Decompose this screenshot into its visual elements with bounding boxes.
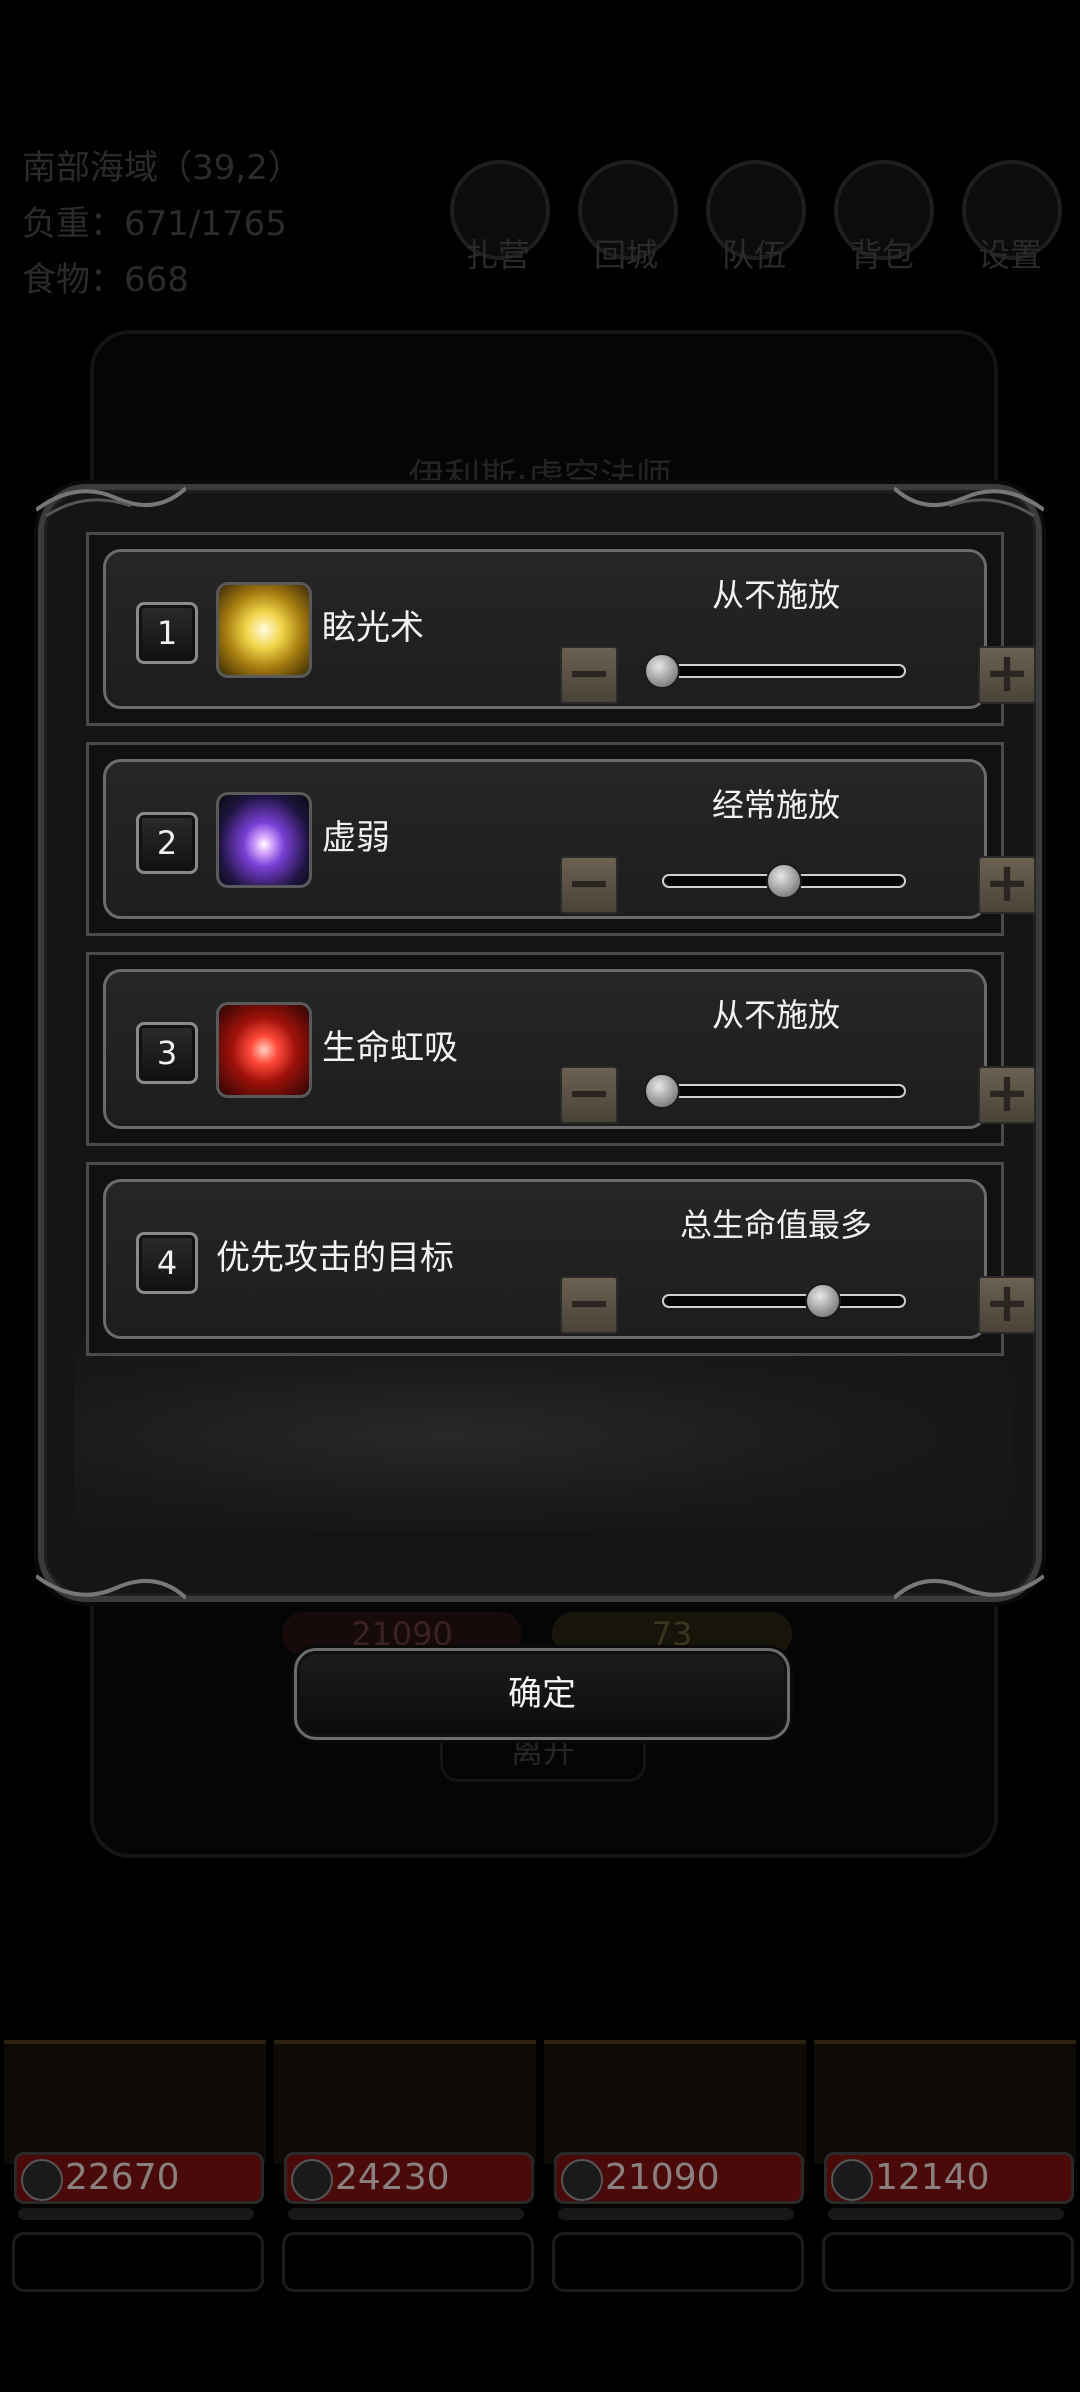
row-index-badge: 3 <box>136 1022 198 1084</box>
team-button: 队伍 <box>706 160 806 276</box>
party-secondary-bar <box>558 2208 794 2220</box>
party-member-card: 24230 <box>274 2040 536 2300</box>
party-hp-bar: 22670 <box>14 2152 264 2204</box>
spell-row-3: 3 生命虹吸 从不施放 − + <box>86 952 1036 1146</box>
backpack-button: 背包 <box>834 160 934 276</box>
cast-mode-label: 从不施放 <box>711 996 840 1034</box>
cast-mode-label: 经常施放 <box>711 786 840 824</box>
party-secondary-bar <box>18 2208 254 2220</box>
party-name-box <box>822 2232 1074 2292</box>
target-priority-label: 优先攻击的目标 <box>216 1238 454 1278</box>
hp-icon <box>291 2159 333 2201</box>
slider-track <box>662 1294 906 1308</box>
party-member-card: 22670 <box>4 2040 266 2300</box>
settings-label: 设置 <box>977 236 1042 274</box>
row-index-badge: 4 <box>136 1232 198 1294</box>
cast-frequency-slider[interactable] <box>662 863 906 899</box>
glare-spell-icon <box>216 582 312 678</box>
party-secondary-bar <box>288 2208 524 2220</box>
party-portrait <box>4 2040 266 2164</box>
confirm-button[interactable]: 确定 <box>294 1648 790 1740</box>
spell-settings-dialog: 1 眩光术 从不施放 − + 2 虚弱 经常施放 − + 3 生命虹吸 从不施放… <box>34 484 1046 1602</box>
spell-row-frame: 2 虚弱 经常施放 − + <box>103 759 1036 919</box>
spell-name: 生命虹吸 <box>322 1028 458 1068</box>
party-member-card: 21090 <box>544 2040 806 2300</box>
location-text: 南部海域（39,2） <box>22 148 302 188</box>
party-hp-value: 21090 <box>605 2157 720 2198</box>
row-index-badge: 2 <box>136 812 198 874</box>
decrease-button[interactable]: − <box>560 856 618 914</box>
weakness-spell-icon <box>216 792 312 888</box>
party-hp-value: 22670 <box>65 2157 180 2198</box>
team-label: 队伍 <box>721 236 786 274</box>
decrease-button[interactable]: − <box>560 1066 618 1124</box>
corner-ornament-icon <box>892 1566 1046 1606</box>
hp-icon <box>831 2159 873 2201</box>
party-bar: 22670 24230 21090 12140 <box>0 2040 1080 2300</box>
corner-ornament-icon <box>892 480 1046 520</box>
slider-knob[interactable] <box>805 1283 842 1319</box>
decrease-button[interactable]: − <box>560 646 618 704</box>
slider-track <box>662 1084 906 1098</box>
spell-name: 眩光术 <box>322 608 424 648</box>
party-name-box <box>552 2232 804 2292</box>
return-city-label: 回城 <box>593 236 658 274</box>
increase-button[interactable]: + <box>978 1276 1036 1334</box>
party-member-card: 12140 <box>814 2040 1076 2300</box>
target-priority-row: 4 优先攻击的目标 总生命值最多 − + <box>86 1162 1036 1356</box>
decrease-button[interactable]: − <box>560 1276 618 1334</box>
target-mode-label: 总生命值最多 <box>679 1206 872 1244</box>
cast-frequency-slider[interactable] <box>644 653 906 689</box>
spell-row-frame: 3 生命虹吸 从不施放 − + <box>103 969 1036 1129</box>
hp-icon <box>21 2159 63 2201</box>
slider-track <box>662 664 906 678</box>
party-name-box <box>12 2232 264 2292</box>
party-portrait <box>274 2040 536 2164</box>
life-siphon-spell-icon <box>216 1002 312 1098</box>
slider-knob[interactable] <box>644 1073 680 1109</box>
location-info: 南部海域（39,2） 负重：671/1765 食物：668 <box>22 140 302 308</box>
backpack-label: 背包 <box>849 236 914 274</box>
party-hp-bar: 21090 <box>554 2152 804 2204</box>
row-index-badge: 1 <box>136 602 198 664</box>
camp-label: 扎营 <box>465 236 530 274</box>
top-menu: 扎营 回城 队伍 背包 设置 <box>450 160 1070 280</box>
increase-button[interactable]: + <box>978 646 1036 704</box>
settings-button: 设置 <box>962 160 1062 276</box>
load-text: 负重：671/1765 <box>22 204 287 244</box>
party-secondary-bar <box>828 2208 1064 2220</box>
cast-mode-label: 从不施放 <box>711 576 840 614</box>
return-city-button: 回城 <box>578 160 678 276</box>
party-name-box <box>282 2232 534 2292</box>
spell-row-frame: 4 优先攻击的目标 总生命值最多 − + <box>103 1179 1036 1339</box>
slider-knob[interactable] <box>766 863 802 899</box>
party-portrait <box>814 2040 1076 2164</box>
dialog-stone-texture <box>74 1340 1014 1530</box>
food-text: 食物：668 <box>22 260 189 300</box>
spell-row-2: 2 虚弱 经常施放 − + <box>86 742 1036 936</box>
party-hp-value: 12140 <box>875 2157 990 2198</box>
target-priority-slider[interactable] <box>662 1283 906 1319</box>
party-hp-value: 24230 <box>335 2157 450 2198</box>
spell-row-1: 1 眩光术 从不施放 − + <box>86 532 1036 726</box>
spell-name: 虚弱 <box>322 818 390 858</box>
party-hp-bar: 24230 <box>284 2152 534 2204</box>
spell-row-frame: 1 眩光术 从不施放 − + <box>103 549 1036 709</box>
party-portrait <box>544 2040 806 2164</box>
increase-button[interactable]: + <box>978 856 1036 914</box>
slider-knob[interactable] <box>644 653 680 689</box>
party-hp-bar: 12140 <box>824 2152 1074 2204</box>
increase-button[interactable]: + <box>978 1066 1036 1124</box>
cast-frequency-slider[interactable] <box>644 1073 906 1109</box>
hp-icon <box>561 2159 603 2201</box>
corner-ornament-icon <box>34 1566 188 1606</box>
camp-button: 扎营 <box>450 160 550 276</box>
corner-ornament-icon <box>34 480 188 520</box>
